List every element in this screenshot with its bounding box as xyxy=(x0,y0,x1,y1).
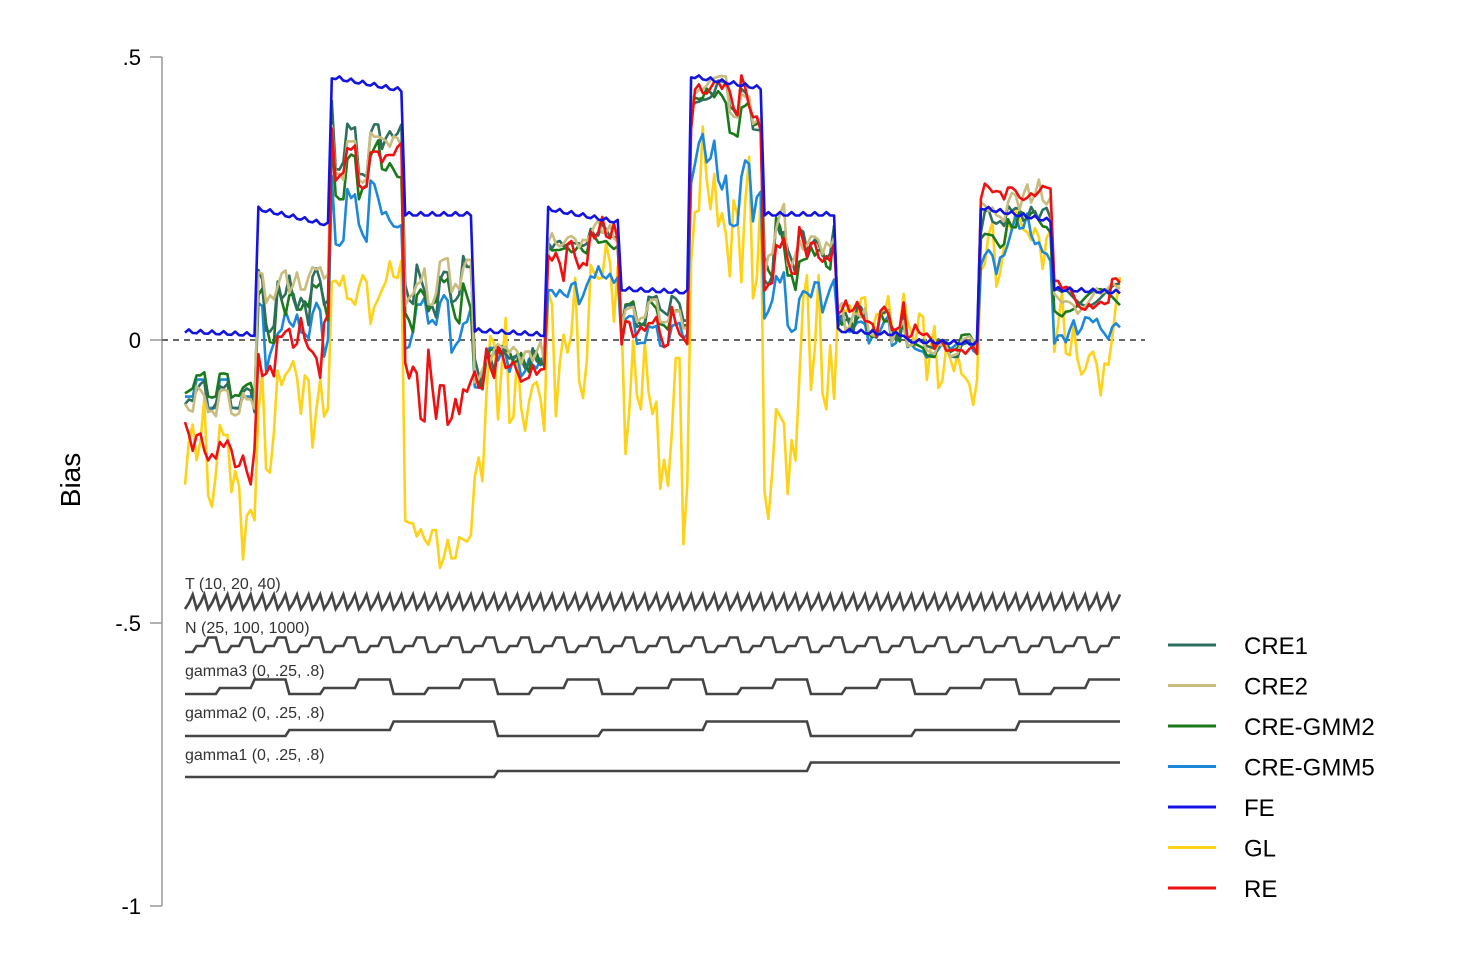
y-tick-label: .5 xyxy=(123,45,141,70)
bias-line-chart: .5 0 -.5 -1 T (10, 20, 40) N (25, 100, 1000)… xyxy=(0,0,1458,972)
legend-label: FE xyxy=(1244,795,1275,822)
legend-label: GL xyxy=(1244,836,1276,863)
legend-label: CRE-GMM5 xyxy=(1244,755,1375,782)
indicator-label: gamma1 (0, .25, .8) xyxy=(185,747,325,764)
legend-label: CRE2 xyxy=(1244,674,1308,701)
indicator-label: gamma2 (0, .25, .8) xyxy=(185,705,325,722)
legend-label: CRE-GMM2 xyxy=(1244,714,1375,741)
indicator-label: N (25, 100, 1000) xyxy=(185,620,310,637)
legend-label: RE xyxy=(1244,876,1277,903)
indicator-label: T (10, 20, 40) xyxy=(185,576,281,593)
indicator-label: gamma3 (0, .25, .8) xyxy=(185,663,325,680)
chart-root: .5 0 -.5 -1 T (10, 20, 40) N (25, 100, 1000)… xyxy=(0,0,1458,972)
legend-label: CRE1 xyxy=(1244,633,1308,660)
y-axis-label: Bias xyxy=(55,453,86,507)
y-tick-label: 0 xyxy=(129,328,141,353)
y-tick-label: -1 xyxy=(121,894,141,919)
y-tick-label: -.5 xyxy=(115,611,141,636)
chart-background xyxy=(0,0,1458,972)
